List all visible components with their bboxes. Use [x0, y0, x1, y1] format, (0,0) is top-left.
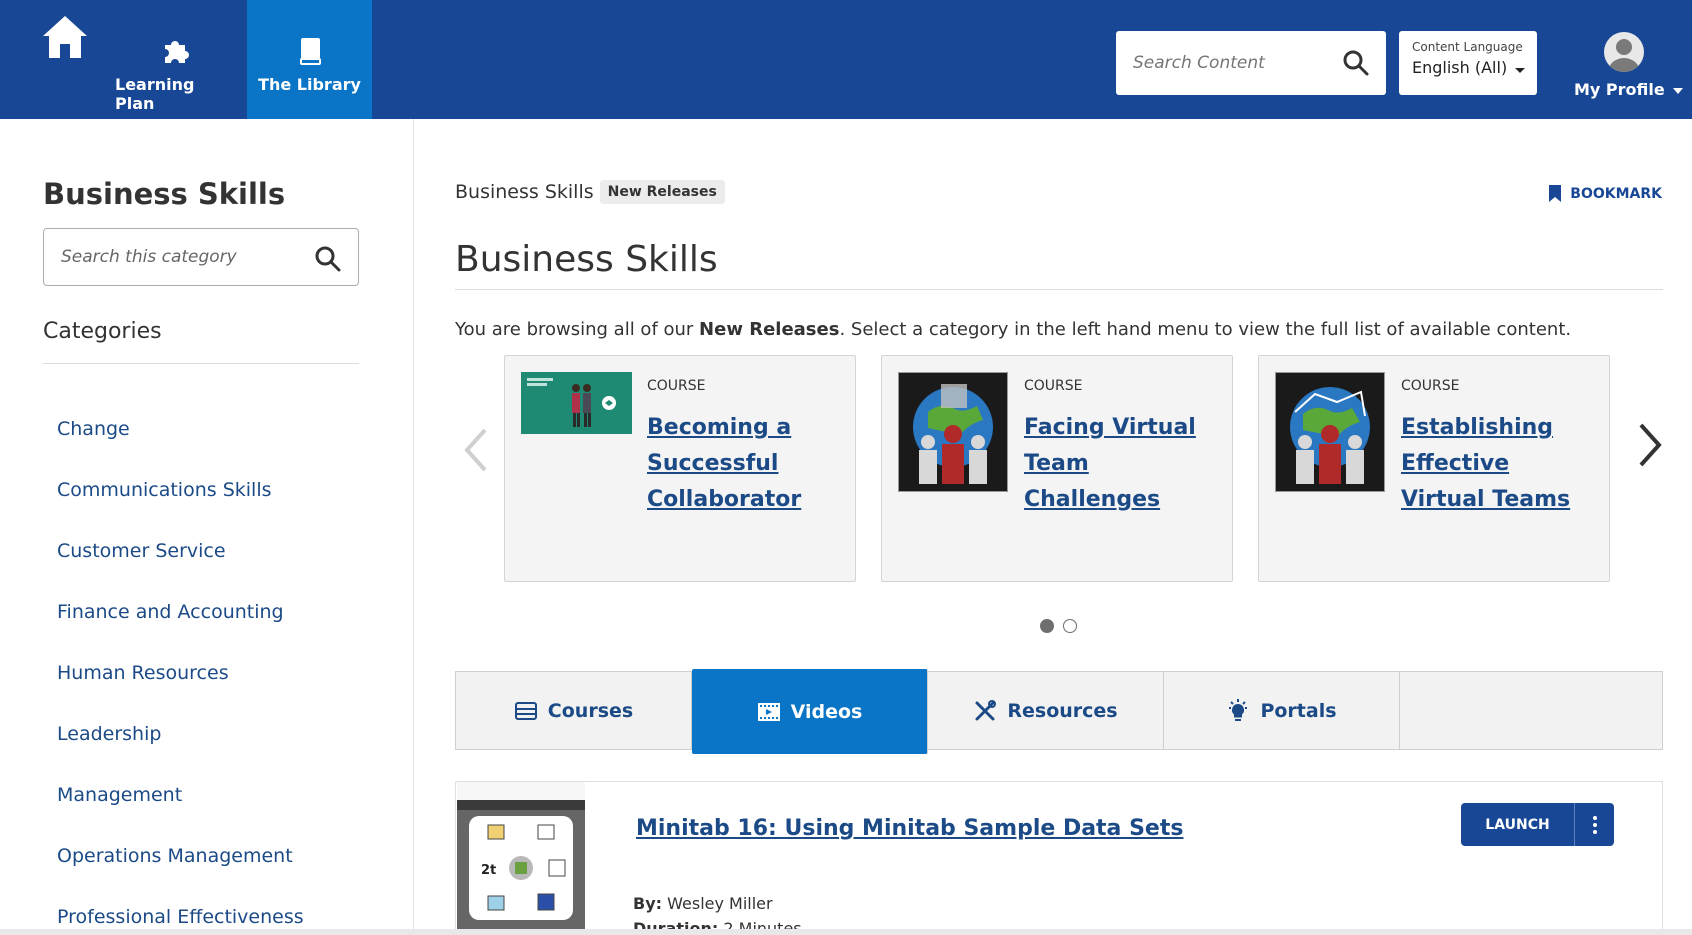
category-sidebar: Business Skills Search this category Cat…	[0, 119, 414, 930]
card-title-link[interactable]: Establishing Effective Virtual Teams	[1401, 410, 1597, 518]
breadcrumb-business-skills[interactable]: Business Skills	[455, 181, 594, 203]
divider	[43, 363, 359, 364]
category-item-change[interactable]: Change	[57, 403, 304, 464]
category-item-customer-service[interactable]: Customer Service	[57, 525, 304, 586]
course-card[interactable]: COURSE Becoming a Successful Collaborato…	[504, 355, 856, 582]
search-category-placeholder: Search this category	[61, 247, 237, 267]
tab-videos[interactable]: Videos	[692, 669, 928, 754]
svg-text:2t: 2t	[481, 863, 496, 878]
search-icon[interactable]	[314, 245, 342, 273]
intro-text-before: You are browsing all of our	[455, 319, 700, 340]
carousel-pagination	[1040, 619, 1077, 633]
category-item-operations-management[interactable]: Operations Management	[57, 830, 304, 891]
course-card[interactable]: COURSE Facing Virtual Team Challenges	[881, 355, 1233, 582]
tab-videos-label: Videos	[790, 700, 863, 723]
bookmark-icon	[1549, 185, 1562, 202]
chevron-left-icon[interactable]	[463, 427, 489, 473]
content-language-select[interactable]: Content Language English (All)	[1399, 31, 1537, 95]
chevron-right-icon[interactable]	[1637, 422, 1663, 468]
card-title-link[interactable]: Becoming a Successful Collaborator	[647, 410, 843, 518]
category-item-human-resources[interactable]: Human Resources	[57, 647, 304, 708]
content-type-tabs: Courses Videos Resources Portals	[455, 669, 1663, 754]
tab-courses[interactable]: Courses	[456, 672, 692, 749]
category-item-leadership[interactable]: Leadership	[57, 708, 304, 769]
bookmark-label: BOOKMARK	[1570, 185, 1662, 202]
course-thumbnail	[898, 372, 1008, 496]
card-type-label: COURSE	[1401, 378, 1460, 394]
bookmark-button[interactable]: BOOKMARK	[1548, 184, 1662, 203]
card-type-label: COURSE	[1024, 378, 1083, 394]
sidebar-title: Business Skills	[43, 177, 286, 211]
page-title: Business Skills	[455, 239, 718, 280]
tab-courses-label: Courses	[547, 699, 634, 722]
result-author: By: Wesley Miller	[633, 894, 773, 913]
avatar	[1604, 32, 1644, 72]
category-list: Change Communications Skills Customer Se…	[57, 403, 304, 935]
breadcrumb: Business Skills New Releases	[455, 180, 725, 204]
chevron-down-icon	[1515, 68, 1525, 73]
search-content-input[interactable]: Search Content	[1116, 31, 1386, 95]
nav-the-library-label: The Library	[258, 75, 361, 94]
launch-button-group: LAUNCH	[1461, 803, 1614, 846]
search-icon[interactable]	[1342, 49, 1370, 77]
horizontal-scrollbar[interactable]	[0, 929, 1692, 935]
new-releases-badge: New Releases	[599, 180, 725, 204]
list-item: 2t Minitab 16: Using Minitab Sample Data…	[455, 781, 1663, 935]
card-title-link[interactable]: Facing Virtual Team Challenges	[1024, 410, 1220, 518]
tab-portals[interactable]: Portals	[1164, 672, 1400, 749]
card-type-label: COURSE	[647, 378, 706, 394]
search-category-input[interactable]: Search this category	[43, 228, 359, 286]
tab-resources[interactable]: Resources	[928, 672, 1164, 749]
lightbulb-icon	[1229, 698, 1248, 721]
intro-text-after: . Select a category in the left hand men…	[839, 319, 1572, 340]
category-item-finance-and-accounting[interactable]: Finance and Accounting	[57, 586, 304, 647]
carousel-dot-2[interactable]	[1063, 619, 1077, 633]
more-options-icon[interactable]	[1575, 803, 1614, 846]
video-icon	[757, 702, 780, 721]
category-item-management[interactable]: Management	[57, 769, 304, 830]
author-value: Wesley Miller	[667, 894, 773, 913]
course-thumbnail	[521, 372, 632, 438]
new-releases-carousel: COURSE Becoming a Successful Collaborato…	[455, 355, 1665, 633]
puzzle-icon	[159, 35, 191, 67]
nav-learning-plan[interactable]: Learning Plan	[115, 0, 235, 119]
video-thumbnail: 2t	[457, 782, 585, 935]
content-language-caption: Content Language	[1412, 40, 1523, 54]
author-label: By:	[633, 894, 663, 913]
my-profile-label: My Profile	[1574, 80, 1665, 99]
intro-text-bold: New Releases	[699, 319, 840, 340]
tools-icon	[975, 699, 997, 720]
caret-down-icon	[1672, 87, 1683, 94]
top-navigation-bar: Learning Plan The Library Search Content…	[0, 0, 1692, 119]
book-icon	[296, 35, 324, 67]
video-title-link[interactable]: Minitab 16: Using Minitab Sample Data Se…	[636, 816, 1183, 841]
intro-text: You are browsing all of our New Releases…	[455, 319, 1571, 340]
courses-icon	[514, 701, 537, 720]
course-thumbnail	[1275, 372, 1385, 496]
nav-learning-plan-label: Learning Plan	[115, 75, 195, 113]
carousel-dot-1[interactable]	[1040, 619, 1054, 633]
home-icon[interactable]	[38, 10, 92, 64]
course-card[interactable]: COURSE Establishing Effective Virtual Te…	[1258, 355, 1610, 582]
category-item-communications-skills[interactable]: Communications Skills	[57, 464, 304, 525]
tab-resources-label: Resources	[1007, 699, 1118, 722]
nav-the-library[interactable]: The Library	[247, 0, 372, 119]
divider	[455, 289, 1663, 290]
launch-button[interactable]: LAUNCH	[1461, 803, 1575, 846]
categories-heading: Categories	[43, 319, 162, 344]
tab-portals-label: Portals	[1260, 699, 1337, 722]
